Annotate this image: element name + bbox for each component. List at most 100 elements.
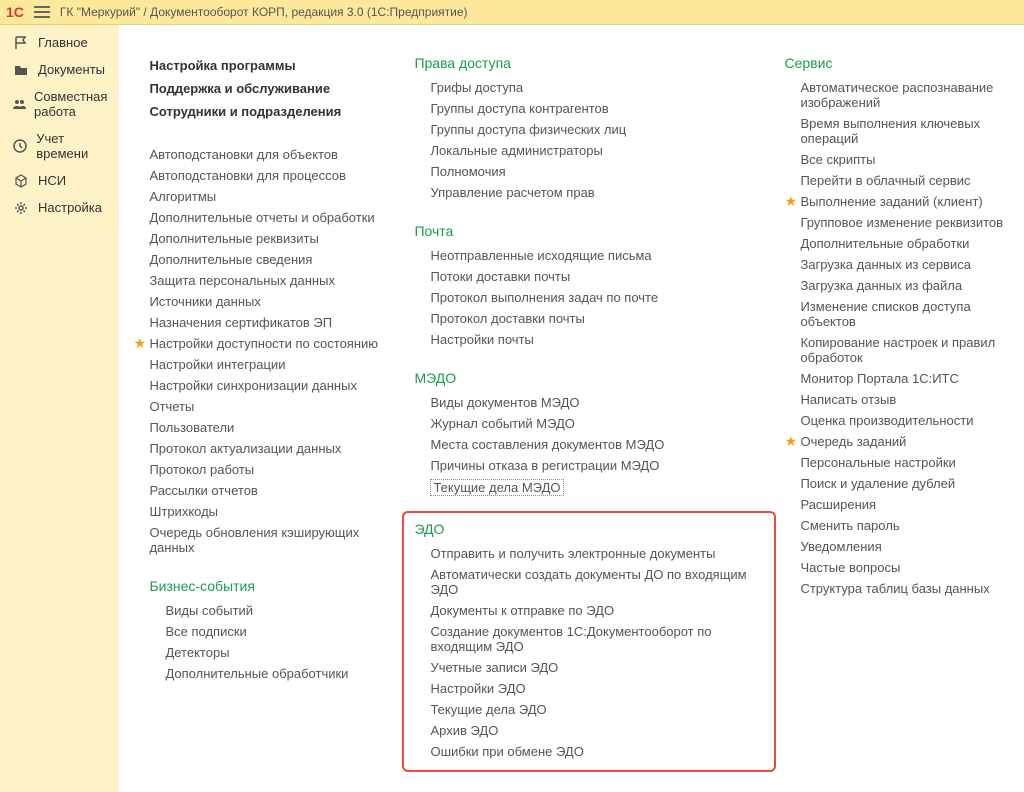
link-item[interactable]: Автоподстановки для процессов [149, 165, 394, 186]
window-title: ГК "Меркурий" / Документооборот КОРП, ре… [60, 5, 468, 19]
link-item[interactable]: Журнал событий МЭДО [430, 413, 764, 434]
column-2: Права доступа Грифы доступа Группы досту… [414, 55, 764, 772]
link-item[interactable]: Монитор Портала 1С:ИТС [800, 368, 1014, 389]
link-item[interactable]: Места составления документов МЭДО [430, 434, 764, 455]
link-employees[interactable]: Сотрудники и подразделения [149, 101, 394, 122]
link-item[interactable]: Персональные настройки [800, 452, 1014, 473]
link-item[interactable]: Виды событий [165, 600, 394, 621]
link-item[interactable]: Текущие дела ЭДО [430, 699, 764, 720]
link-item[interactable]: Все скрипты [800, 149, 1014, 170]
sidebar-item-documents[interactable]: Документы [0, 56, 119, 83]
link-item[interactable]: Сменить пароль [800, 515, 1014, 536]
link-item[interactable]: Детекторы [165, 642, 394, 663]
link-item[interactable]: Автоподстановки для объектов [149, 144, 394, 165]
link-item[interactable]: Локальные администраторы [430, 140, 764, 161]
section-medo[interactable]: МЭДО [414, 370, 764, 386]
link-item[interactable]: Протокол работы [149, 459, 394, 480]
link-item[interactable]: Частые вопросы [800, 557, 1014, 578]
link-item[interactable]: Загрузка данных из сервиса [800, 254, 1014, 275]
sidebar-item-nsi[interactable]: НСИ [0, 167, 119, 194]
link-item[interactable]: Управление расчетом прав [430, 182, 764, 203]
link-item[interactable]: Причины отказа в регистрации МЭДО [430, 455, 764, 476]
sidebar-item-label: НСИ [38, 173, 66, 188]
link-item[interactable]: Все подписки [165, 621, 394, 642]
link-item[interactable]: Группы доступа контрагентов [430, 98, 764, 119]
link-item[interactable]: Групповое изменение реквизитов [800, 212, 1014, 233]
highlighted-section-edo: ЭДО Отправить и получить электронные док… [402, 511, 776, 772]
link-item[interactable]: Дополнительные сведения [149, 249, 394, 270]
link-item[interactable]: Дополнительные реквизиты [149, 228, 394, 249]
menu-icon[interactable] [34, 6, 50, 18]
link-item[interactable]: Написать отзыв [800, 389, 1014, 410]
section-business-events[interactable]: Бизнес-события [149, 578, 394, 594]
clock-icon [12, 139, 28, 153]
link-item[interactable]: Дополнительные обработки [800, 233, 1014, 254]
link-item[interactable]: Потоки доставки почты [430, 266, 764, 287]
link-item[interactable]: Грифы доступа [430, 77, 764, 98]
link-item[interactable]: Учетные записи ЭДО [430, 657, 764, 678]
link-item[interactable]: Протокол выполнения задач по почте [430, 287, 764, 308]
link-item[interactable]: Отчеты [149, 396, 394, 417]
section-edo[interactable]: ЭДО [414, 521, 764, 537]
link-item[interactable]: Документы к отправке по ЭДО [430, 600, 764, 621]
sidebar-item-label: Документы [38, 62, 105, 77]
sidebar-item-settings[interactable]: Настройка [0, 194, 119, 221]
link-item[interactable]: Оценка производительности [800, 410, 1014, 431]
sidebar-item-main[interactable]: Главное [0, 29, 119, 56]
link-item[interactable]: Дополнительные отчеты и обработки [149, 207, 394, 228]
link-item[interactable]: Структура таблиц базы данных [800, 578, 1014, 599]
link-item[interactable]: Время выполнения ключевых операций [800, 113, 1014, 149]
link-item[interactable]: Настройки синхронизации данных [149, 375, 394, 396]
link-item[interactable]: Назначения сертификатов ЭП [149, 312, 394, 333]
link-item[interactable]: Протокол актуализации данных [149, 438, 394, 459]
link-item[interactable]: Автоматически создать документы ДО по вх… [430, 564, 764, 600]
link-item[interactable]: Настройки ЭДО [430, 678, 764, 699]
link-item[interactable]: Настройки интеграции [149, 354, 394, 375]
star-icon: ★ [784, 193, 797, 210]
link-item[interactable]: Поиск и удаление дублей [800, 473, 1014, 494]
section-mail[interactable]: Почта [414, 223, 764, 239]
link-item-starred[interactable]: ★Очередь заданий [800, 431, 1014, 452]
link-item[interactable]: Загрузка данных из файла [800, 275, 1014, 296]
link-item[interactable]: Группы доступа физических лиц [430, 119, 764, 140]
link-item[interactable]: Очередь обновления кэширующих данных [149, 522, 394, 558]
link-item[interactable]: Защита персональных данных [149, 270, 394, 291]
link-item-starred[interactable]: ★Выполнение заданий (клиент) [800, 191, 1014, 212]
link-item[interactable]: Расширения [800, 494, 1014, 515]
link-item[interactable]: Неотправленные исходящие письма [430, 245, 764, 266]
column-1: Настройка программы Поддержка и обслужив… [149, 55, 394, 772]
section-service[interactable]: Сервис [784, 55, 1014, 71]
link-item[interactable]: Рассылки отчетов [149, 480, 394, 501]
link-item[interactable]: Источники данных [149, 291, 394, 312]
link-item-focused[interactable]: Текущие дела МЭДО [430, 476, 764, 499]
link-item[interactable]: Протокол доставки почты [430, 308, 764, 329]
link-item[interactable]: Отправить и получить электронные докумен… [430, 543, 764, 564]
link-item[interactable]: Полномочия [430, 161, 764, 182]
link-support[interactable]: Поддержка и обслуживание [149, 78, 394, 99]
link-item[interactable]: Архив ЭДО [430, 720, 764, 741]
link-item-starred[interactable]: ★Настройки доступности по состоянию [149, 333, 394, 354]
sidebar-item-label: Совместная работа [34, 89, 111, 119]
link-item[interactable]: Копирование настроек и правил обработок [800, 332, 1014, 368]
cube-icon [12, 174, 30, 188]
section-access-rights[interactable]: Права доступа [414, 55, 764, 71]
link-program-settings[interactable]: Настройка программы [149, 55, 394, 76]
gear-icon [12, 201, 30, 215]
link-item[interactable]: Дополнительные обработчики [165, 663, 394, 684]
link-item[interactable]: Перейти в облачный сервис [800, 170, 1014, 191]
sidebar-item-label: Главное [38, 35, 88, 50]
link-item[interactable]: Создание документов 1С:Документооборот п… [430, 621, 764, 657]
link-item[interactable]: Изменение списков доступа объектов [800, 296, 1014, 332]
sidebar-item-time[interactable]: Учет времени [0, 125, 119, 167]
link-item[interactable]: Настройки почты [430, 329, 764, 350]
star-icon: ★ [133, 335, 146, 352]
link-item[interactable]: Виды документов МЭДО [430, 392, 764, 413]
link-item[interactable]: Штрихкоды [149, 501, 394, 522]
folder-icon [12, 63, 30, 77]
link-item[interactable]: Пользователи [149, 417, 394, 438]
link-item[interactable]: Уведомления [800, 536, 1014, 557]
sidebar-item-collab[interactable]: Совместная работа [0, 83, 119, 125]
link-item[interactable]: Алгоритмы [149, 186, 394, 207]
link-item[interactable]: Автоматическое распознавание изображений [800, 77, 1014, 113]
link-item[interactable]: Ошибки при обмене ЭДО [430, 741, 764, 762]
